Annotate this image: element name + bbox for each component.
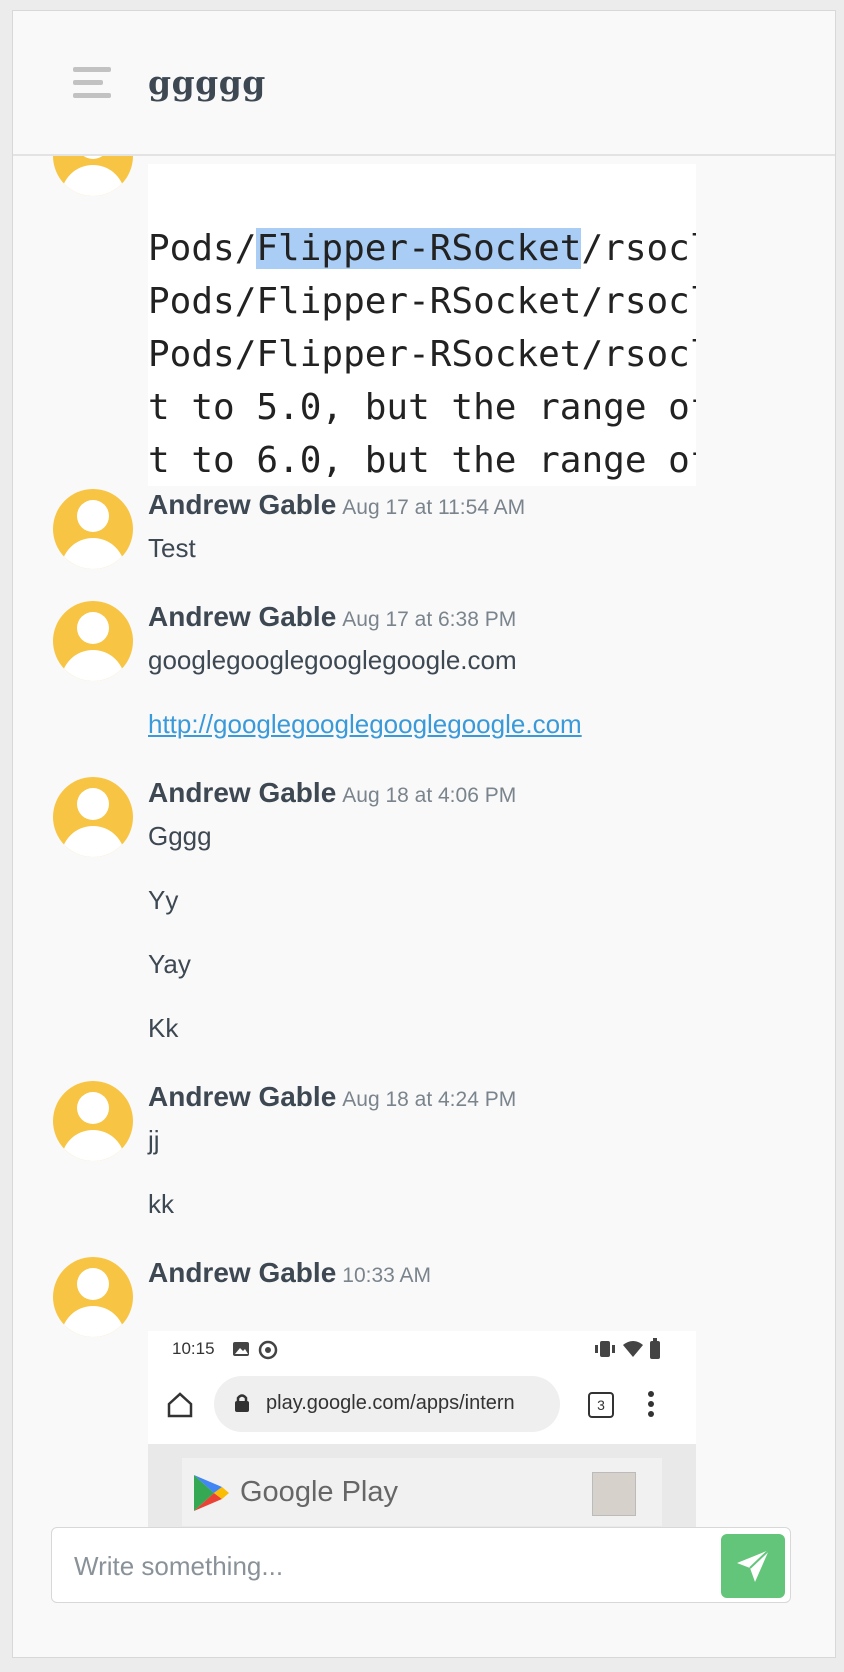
at-icon — [258, 1340, 278, 1360]
phone-status-bar: 10:15 — [148, 1331, 696, 1367]
url-text: play.google.com/apps/intern — [266, 1392, 515, 1414]
message-timestamp: Aug 18 at 4:06 PM — [342, 784, 517, 807]
code-line: Pods/Flipper-RSocket/rsocl — [148, 334, 696, 375]
message-text: Kk — [148, 1013, 179, 1043]
battery-icon — [650, 1338, 660, 1359]
message-header: Andrew Gable Aug 18 at 4:24 PM — [148, 1081, 516, 1113]
image-icon — [233, 1342, 249, 1356]
channel-title: ggggg — [148, 63, 266, 102]
status-time: 10:15 — [172, 1339, 215, 1358]
account-avatar — [592, 1472, 636, 1516]
message-header: Andrew Gable Aug 17 at 11:54 AM — [148, 489, 525, 521]
avatar[interactable] — [53, 601, 133, 681]
message-text: googlegooglegooglegoogle.com — [148, 645, 517, 675]
avatar[interactable] — [53, 1081, 133, 1161]
attached-code-image[interactable]: Pods/Flipper-RSocket/rsocl Pods/Flipper-… — [148, 164, 696, 486]
code-line: Pods/Flipper-RSocket/rsocl — [148, 228, 696, 269]
message-text: Test — [148, 533, 196, 563]
code-line: Pods/Flipper-RSocket/rsocl — [148, 281, 696, 322]
avatar[interactable] — [53, 156, 133, 196]
avatar[interactable] — [53, 489, 133, 569]
avatar[interactable] — [53, 777, 133, 857]
lock-icon — [235, 1394, 249, 1412]
tabs-count[interactable]: 3 — [588, 1392, 614, 1418]
send-icon — [737, 1549, 770, 1582]
message-timestamp: Aug 18 at 4:24 PM — [342, 1088, 517, 1111]
author-name[interactable]: Andrew Gable — [148, 1081, 336, 1112]
send-button[interactable] — [721, 1534, 785, 1598]
menu-icon[interactable] — [73, 67, 111, 99]
channel-header: ggggg — [13, 11, 835, 156]
code-line: t to 6.0, but the range of — [148, 440, 696, 481]
attached-phone-screenshot[interactable]: 10:15 play.google.com/apps/intern 3 Goog… — [148, 1331, 696, 1536]
google-play-logo-icon — [194, 1475, 229, 1511]
message-timestamp: Aug 17 at 11:54 AM — [342, 496, 526, 519]
avatar[interactable] — [53, 1257, 133, 1337]
message-text: jj — [148, 1125, 160, 1155]
message-input[interactable] — [72, 1540, 656, 1592]
message-text: Gggg — [148, 821, 212, 851]
home-icon[interactable] — [166, 1391, 194, 1419]
message-timestamp: 10:33 AM — [342, 1264, 431, 1287]
wifi-icon — [623, 1341, 643, 1357]
message-text: kk — [148, 1189, 174, 1219]
google-play-banner: Google Play — [148, 1444, 696, 1536]
message-header: Andrew Gable Aug 18 at 4:06 PM — [148, 777, 516, 809]
more-icon[interactable] — [646, 1389, 656, 1419]
message-composer — [51, 1527, 791, 1603]
author-name[interactable]: Andrew Gable — [148, 601, 336, 632]
message-timestamp: Aug 17 at 6:38 PM — [342, 608, 517, 631]
message-link[interactable]: http://googlegooglegooglegoogle.com — [148, 709, 582, 740]
message-text: Yy — [148, 885, 179, 915]
chat-window: ggggg Pods/Flipper-RSocket/rsocl Pods/Fl… — [12, 10, 836, 1658]
author-name[interactable]: Andrew Gable — [148, 777, 336, 808]
store-name: Google Play — [240, 1476, 398, 1508]
code-line: t to 5.0, but the range of — [148, 387, 696, 428]
message-header: Andrew Gable 10:33 AM — [148, 1257, 431, 1289]
message-feed[interactable]: Pods/Flipper-RSocket/rsocl Pods/Flipper-… — [13, 156, 835, 1536]
vibrate-icon — [595, 1341, 615, 1357]
message-header: Andrew Gable Aug 17 at 6:38 PM — [148, 601, 516, 633]
message-text: Yay — [148, 949, 191, 979]
url-bar[interactable]: play.google.com/apps/intern — [214, 1376, 560, 1432]
author-name[interactable]: Andrew Gable — [148, 489, 336, 520]
author-name[interactable]: Andrew Gable — [148, 1257, 336, 1288]
